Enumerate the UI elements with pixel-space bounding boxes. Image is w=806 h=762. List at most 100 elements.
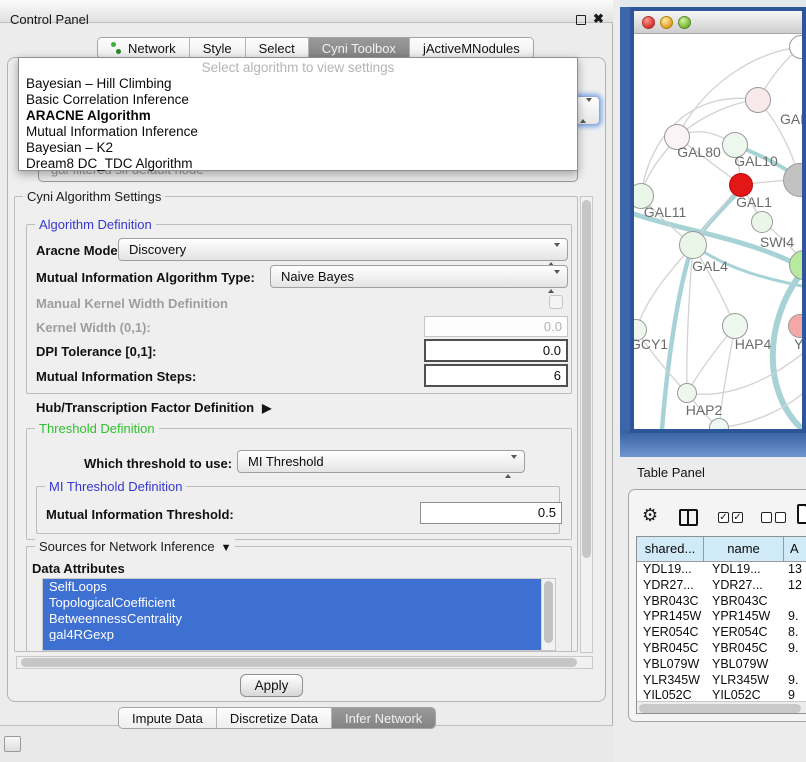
gear-icon[interactable]: ⚙ xyxy=(642,505,658,526)
apply-button[interactable]: Apply xyxy=(240,674,303,697)
settings-horizontal-scrollbar[interactable] xyxy=(16,656,593,669)
tab-label: Impute Data xyxy=(132,711,203,726)
control-panel-titlebar[interactable] xyxy=(0,0,613,23)
cell-value: 13 xyxy=(784,562,806,578)
settings-vertical-scrollbar[interactable] xyxy=(580,196,593,653)
close-icon[interactable]: ✖ xyxy=(593,11,604,27)
table-row[interactable]: YPR145W YPR145W 9. xyxy=(637,609,806,625)
dropdown-item[interactable]: ARACNE Algorithm xyxy=(19,108,577,124)
scrollbar-thumb[interactable] xyxy=(21,658,577,667)
columns-icon[interactable] xyxy=(679,509,698,526)
deselect-all-checkbox-icon[interactable] xyxy=(761,512,772,523)
attribute-item[interactable]: TopologicalCoefficient xyxy=(43,595,541,611)
algorithm-dropdown-list: Select algorithm to view settings Bayesi… xyxy=(18,57,578,171)
dropdown-item[interactable]: Mutual Information Inference xyxy=(19,124,577,140)
attribute-list-scrollbar[interactable] xyxy=(541,579,555,650)
select-all-checkbox-icon[interactable]: ✓ xyxy=(718,512,729,523)
table-row[interactable]: YBL079W YBL079W xyxy=(637,657,806,673)
network-node-label: GAL10 xyxy=(734,153,778,169)
tab-label: Network xyxy=(128,41,176,56)
scrollbar-thumb[interactable] xyxy=(582,200,591,558)
dropdown-placeholder: Select algorithm to view settings xyxy=(19,60,577,76)
combo-stepper-icon xyxy=(580,102,592,120)
combo-stepper-icon xyxy=(548,244,560,265)
tab[interactable]: Style xyxy=(190,38,246,58)
attribute-item[interactable]: SelfLoops xyxy=(43,579,541,595)
data-attributes-list[interactable]: SelfLoops TopologicalCoefficient Between… xyxy=(42,578,556,651)
aracne-mode-combo[interactable]: Discovery xyxy=(118,238,568,261)
float-window-icon[interactable] xyxy=(576,15,586,25)
cell-value xyxy=(784,594,806,610)
table-row[interactable]: YDL19... YDL19... 13 xyxy=(637,562,806,578)
tab[interactable]: Cyni Toolbox xyxy=(309,38,410,58)
network-node-gal4[interactable] xyxy=(679,231,707,259)
scrollbar-thumb[interactable] xyxy=(544,581,553,643)
deselect-all-checkbox-icon[interactable] xyxy=(775,512,786,523)
tab[interactable]: jActiveMNodules xyxy=(410,38,533,58)
network-node-swi4[interactable] xyxy=(751,211,773,233)
hub-definition-toggle[interactable]: Hub/Transcription Factor Definition▶ xyxy=(36,400,271,415)
close-traffic-light-icon[interactable] xyxy=(642,16,655,29)
cell-shared-name: YER054C xyxy=(637,625,704,641)
network-canvas[interactable]: GALGAL80GAL10GAL1GAL11SWI4GAL4GCY1HAP4YH… xyxy=(634,34,802,429)
desktop-band xyxy=(620,431,806,457)
dropdown-item[interactable]: Bayesian – Hill Climbing xyxy=(19,76,577,92)
kernel-width-field[interactable]: 0.0 xyxy=(424,316,568,337)
mi-steps-field[interactable]: 6 xyxy=(424,364,568,387)
select-all-checkbox-icon[interactable]: ✓ xyxy=(732,512,743,523)
scrollbar-thumb[interactable] xyxy=(639,704,801,713)
which-threshold-combo[interactable]: MI Threshold xyxy=(237,450,525,473)
tab-label: Discretize Data xyxy=(230,711,318,726)
table-row[interactable]: YLR345W YLR345W 9. xyxy=(637,673,806,689)
aracne-mode-value: Discovery xyxy=(129,242,186,257)
mi-type-combo[interactable]: Naive Bayes xyxy=(270,265,568,288)
control-panel-title: Control Panel xyxy=(10,12,89,27)
column-header-shared-name[interactable]: shared... xyxy=(637,537,704,562)
table-row[interactable]: YBR043C YBR043C xyxy=(637,594,806,610)
attribute-item-partial xyxy=(43,641,541,650)
table-horizontal-scrollbar[interactable] xyxy=(637,701,806,713)
network-node-label: GCY1 xyxy=(634,336,668,352)
node-table[interactable]: shared... name A YDL19... YDL19... 13 YD… xyxy=(636,536,806,714)
cell-name: YER054C xyxy=(704,625,784,641)
column-header-name[interactable]: name xyxy=(704,537,784,562)
network-node-label: GAL4 xyxy=(692,258,728,274)
dropdown-item[interactable]: Bayesian – K2 xyxy=(19,140,577,156)
sources-title[interactable]: Sources for Network Inference▼ xyxy=(35,539,235,554)
collapsed-panel-icon[interactable] xyxy=(4,736,21,752)
minimize-traffic-light-icon[interactable] xyxy=(660,16,673,29)
tab[interactable]: Infer Network xyxy=(332,708,435,728)
tab-label: Infer Network xyxy=(345,711,422,726)
tab[interactable]: Discretize Data xyxy=(217,708,332,728)
cell-name: YLR345W xyxy=(704,673,784,689)
kernel-width-label: Kernel Width (0,1): xyxy=(36,320,151,335)
network-window-titlebar[interactable] xyxy=(634,11,802,34)
network-node-gal[interactable] xyxy=(745,87,771,113)
tab[interactable]: Impute Data xyxy=(119,708,217,728)
table-row[interactable]: YBR045C YBR045C 9. xyxy=(637,641,806,657)
dropdown-item[interactable]: Basic Correlation Inference xyxy=(19,92,577,108)
cell-value: 9. xyxy=(784,673,806,689)
tab[interactable]: Select xyxy=(246,38,309,58)
cytopanel-tabs: Network Style Select Cyni Toolbox jActiv… xyxy=(97,37,534,59)
attribute-item[interactable]: BetweennessCentrality xyxy=(43,611,541,627)
document-icon[interactable] xyxy=(797,504,806,524)
cyni-mode-tabs: Impute Data Discretize Data Infer Networ… xyxy=(118,707,436,729)
manual-kernel-checkbox[interactable] xyxy=(549,295,563,309)
tab[interactable]: Network xyxy=(98,38,190,58)
mi-threshold-field[interactable]: 0.5 xyxy=(420,502,562,524)
network-node-hap2[interactable] xyxy=(677,383,697,403)
dropdown-item[interactable]: Dream8 DC_TDC Algorithm xyxy=(19,156,577,172)
tab-label: Cyni Toolbox xyxy=(322,41,396,56)
column-header-partial[interactable]: A xyxy=(784,537,806,562)
network-node-label: GAL11 xyxy=(644,204,687,220)
cell-shared-name: YLR345W xyxy=(637,673,704,689)
table-row[interactable]: YDR27... YDR27... 12 xyxy=(637,578,806,594)
cell-shared-name: YPR145W xyxy=(637,609,704,625)
which-threshold-value: MI Threshold xyxy=(248,454,324,469)
expand-arrow-icon: ▶ xyxy=(262,401,271,415)
table-row[interactable]: YER054C YER054C 8. xyxy=(637,625,806,641)
zoom-traffic-light-icon[interactable] xyxy=(678,16,691,29)
mi-threshold-label: Mutual Information Threshold: xyxy=(46,507,234,522)
dpi-tolerance-field[interactable]: 0.0 xyxy=(424,339,568,362)
